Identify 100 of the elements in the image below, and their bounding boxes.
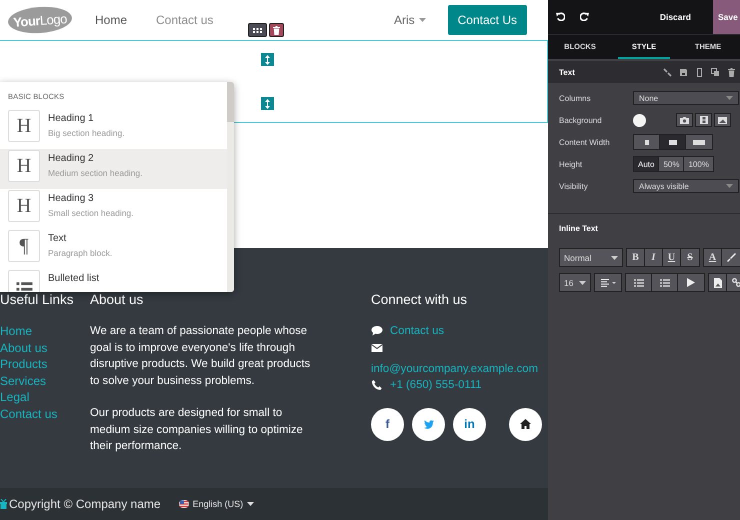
trash-icon	[273, 26, 280, 34]
align-left-icon	[600, 278, 616, 286]
block-title: Heading 2	[48, 153, 95, 164]
copy-icon[interactable]	[711, 68, 720, 76]
numbered-list-button[interactable]	[652, 274, 678, 291]
film-button[interactable]	[695, 113, 712, 127]
option-select[interactable]: None	[633, 91, 739, 105]
about-paragraph: Our products are designed for small to medium size companies willing to optimize their performance.	[90, 406, 304, 454]
link-button[interactable]	[727, 274, 740, 291]
width-option[interactable]	[660, 135, 686, 149]
image-button[interactable]	[709, 274, 727, 291]
user-menu[interactable]: Aris	[394, 13, 415, 27]
nav-link[interactable]: Home	[95, 13, 134, 27]
footer-heading: About us	[90, 292, 144, 308]
footer-heading: Useful Links	[0, 292, 75, 308]
text-color-button[interactable]: A	[704, 249, 722, 266]
option-label: Height	[559, 160, 584, 168]
block-item[interactable]: H Heading 2 Medium section heading.	[0, 149, 227, 189]
bold-button[interactable]: B	[627, 249, 645, 266]
block-thumbnail: H	[8, 110, 40, 142]
footer-link[interactable]: Legal	[0, 389, 90, 406]
font-size-select[interactable]: 16	[560, 274, 590, 291]
block-title: Heading 3	[48, 193, 95, 204]
block-title: Bulleted list	[48, 273, 100, 284]
brush-icon	[726, 253, 736, 262]
undo-button[interactable]	[556, 12, 566, 22]
option-label: Visibility	[559, 182, 589, 190]
block-description: Small section heading.	[48, 208, 134, 218]
block-description: Paragraph block.	[48, 248, 112, 258]
gradient-button[interactable]	[714, 113, 731, 127]
underline-button[interactable]: U	[663, 249, 681, 266]
contact-link[interactable]: info@yourcompany.example.com	[371, 360, 538, 377]
footer-link[interactable]: About us	[0, 340, 90, 356]
caret-icon	[726, 184, 733, 188]
drag-button[interactable]	[248, 23, 267, 37]
caret-icon	[579, 280, 586, 284]
option-label: Columns	[559, 94, 592, 102]
numbered-list-icon	[660, 278, 670, 286]
file-image-icon	[714, 278, 722, 288]
trash-icon[interactable]	[727, 68, 736, 76]
undo-icon	[556, 12, 565, 21]
paragraph-style-select[interactable]: Normal	[560, 249, 622, 266]
option-label: Content Width	[559, 138, 611, 146]
delete-button[interactable]	[269, 23, 284, 37]
width-icon	[666, 140, 678, 144]
height-option[interactable]: Auto	[634, 157, 660, 171]
language-selector[interactable]: English (US)	[172, 498, 260, 510]
contact-button[interactable]: Contact Us	[448, 5, 527, 35]
redo-button[interactable]	[580, 12, 590, 22]
block-item[interactable]: H Heading 1 Big section heading.	[0, 109, 227, 149]
save-button[interactable]: Save	[713, 0, 740, 34]
save-icon[interactable]	[679, 68, 688, 76]
block-title: Text	[48, 233, 68, 244]
section-title: Inline Text	[559, 224, 598, 232]
block-description: Medium section heading.	[48, 168, 143, 178]
footer-heading: Connect with us	[371, 292, 468, 308]
height-option[interactable]: 50%	[659, 157, 684, 171]
copyright-text: Copyright © Company name	[9, 497, 161, 511]
block-item[interactable]: ¶ Text Paragraph block.	[0, 229, 227, 269]
speech-bubble-icon	[371, 325, 383, 337]
grid-icon	[253, 28, 262, 32]
social-button[interactable]	[412, 408, 445, 440]
envelope-icon	[371, 342, 383, 354]
resize-handle[interactable]	[261, 53, 274, 66]
footer-link[interactable]: Home	[0, 323, 90, 340]
mobile-icon[interactable]	[695, 68, 704, 76]
caret-icon	[247, 502, 254, 506]
italic-button[interactable]: I	[645, 249, 663, 266]
align-button[interactable]	[595, 274, 621, 291]
discard-button[interactable]: Discard	[660, 12, 699, 22]
social-button[interactable]: f	[371, 408, 404, 440]
caret-icon	[611, 256, 618, 260]
vertical-arrow-icon	[265, 54, 270, 64]
scrollbar[interactable]	[227, 82, 234, 292]
option-select[interactable]: Always visible	[633, 179, 739, 193]
block-thumbnail: ¶	[8, 230, 40, 262]
height-option[interactable]: 100%	[684, 157, 713, 171]
width-option[interactable]	[686, 135, 712, 149]
block-thumbnail: H	[8, 150, 40, 182]
social-button[interactable]	[509, 408, 542, 440]
play-button[interactable]	[678, 274, 704, 291]
bullet-list-button[interactable]	[626, 274, 652, 291]
strikethrough-button[interactable]: S	[681, 249, 699, 266]
bullet-list-icon	[634, 278, 644, 286]
footer-link[interactable]: Services	[0, 372, 90, 389]
footer-link[interactable]: Products	[0, 356, 90, 372]
block-item[interactable]: H Heading 3 Small section heading.	[0, 189, 227, 229]
footer-link[interactable]: Contact us	[0, 406, 90, 422]
nav-link[interactable]: Contact us	[156, 13, 220, 27]
width-option[interactable]	[634, 135, 660, 149]
brush-button[interactable]	[722, 249, 740, 266]
camera-button[interactable]	[676, 113, 693, 127]
contact-link[interactable]: Contact us	[390, 323, 444, 340]
camera-icon	[680, 116, 689, 124]
caret-icon	[726, 96, 733, 100]
color-swatch[interactable]	[633, 114, 646, 126]
social-button[interactable]: in	[453, 408, 486, 440]
resize-handle[interactable]	[261, 97, 274, 110]
block-item[interactable]: Bulleted list	[0, 269, 227, 292]
contact-link[interactable]: +1 (650) 555-0111	[390, 377, 482, 394]
